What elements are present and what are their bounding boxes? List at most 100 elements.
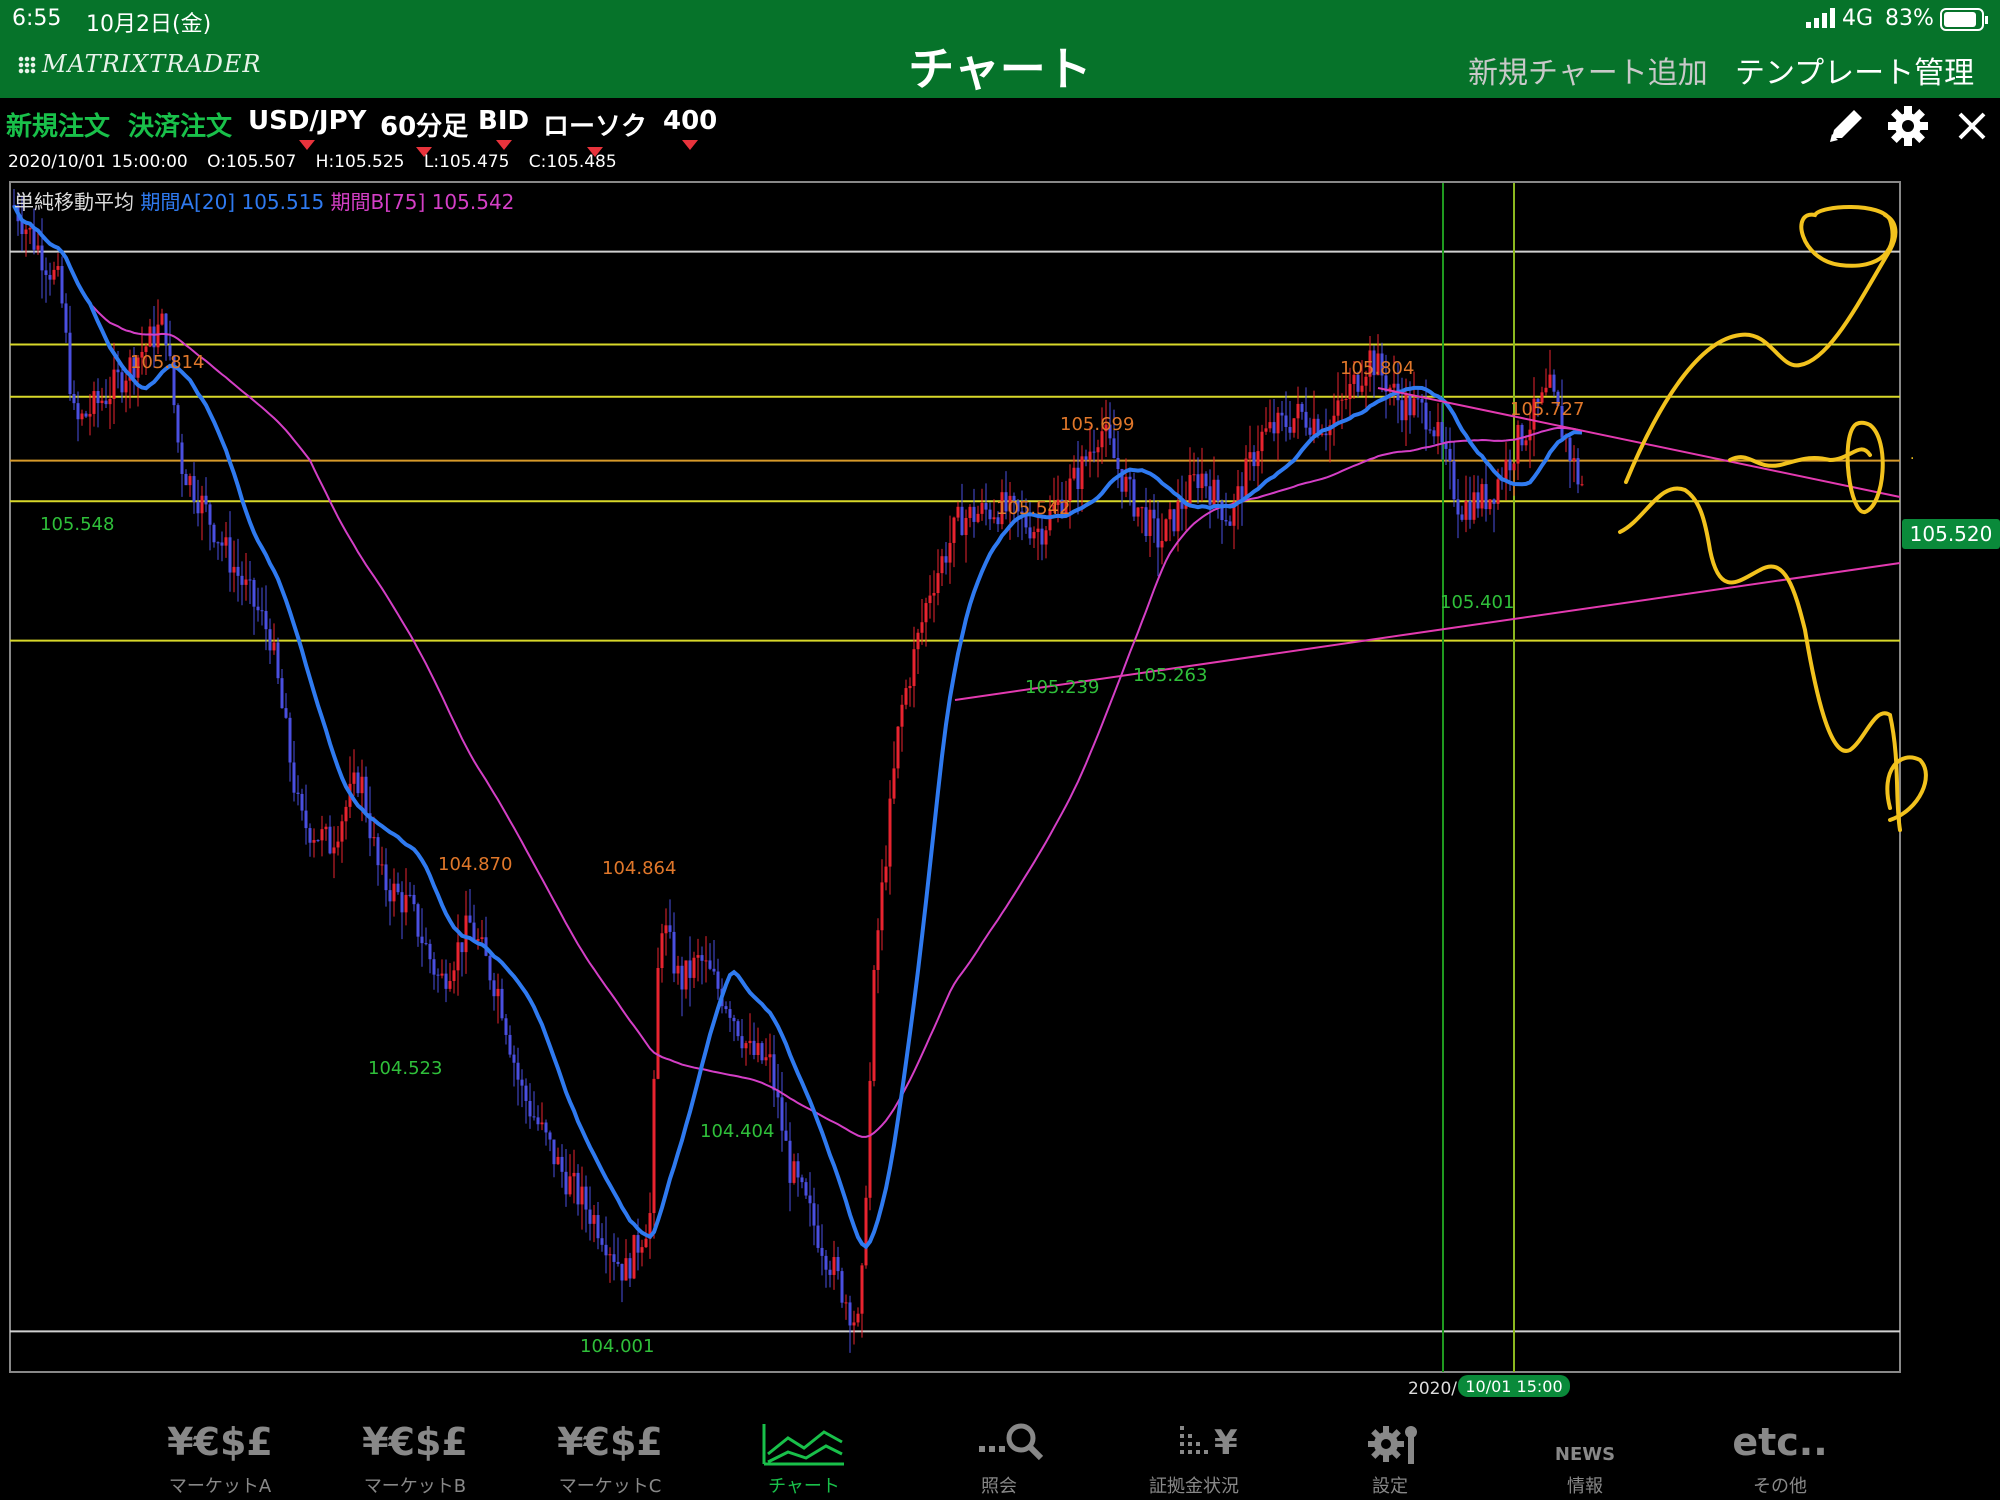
candle-body [1144, 507, 1148, 537]
candle-body [240, 575, 244, 585]
candle-body [548, 1132, 552, 1140]
candle-body [608, 1254, 612, 1256]
candle-body [700, 955, 704, 961]
current-price-value: 105.520 [1910, 522, 1993, 546]
candle-body [84, 413, 88, 417]
candle-body [64, 303, 68, 333]
candle-body [424, 943, 428, 945]
candle-body [380, 864, 384, 866]
candle-body [252, 579, 256, 607]
candle-body [1264, 428, 1268, 432]
candle-body [568, 1176, 572, 1195]
close-order-button[interactable]: 決済注文 [128, 106, 232, 143]
candle-body [612, 1254, 616, 1262]
tab-inquiry[interactable]: 照会 [919, 1408, 1079, 1500]
candle-body [756, 1043, 760, 1056]
add-chart-button[interactable]: 新規チャート追加 [1468, 48, 1708, 92]
price-type-select[interactable]: BID [478, 106, 529, 150]
candle-body [752, 1040, 756, 1056]
bar-count-select[interactable]: 400 [663, 106, 717, 150]
candle-body [1448, 448, 1452, 462]
candle-body [384, 864, 388, 891]
candle-body [160, 313, 164, 325]
candle-body [344, 806, 348, 822]
close-icon[interactable] [1950, 104, 1994, 148]
candle-body [804, 1182, 808, 1196]
candle-body [1404, 394, 1408, 421]
tab-settings[interactable]: 設定 [1310, 1408, 1470, 1500]
candle-body [332, 847, 336, 854]
candle-body [688, 960, 692, 978]
candle-body [532, 1116, 536, 1118]
candle-body [248, 579, 252, 581]
candle-body [976, 513, 980, 522]
candle-body [900, 704, 904, 727]
candle-body [1220, 501, 1224, 521]
new-order-button[interactable]: 新規注文 [6, 106, 110, 143]
candle-body [268, 629, 272, 651]
candle-body [284, 708, 288, 718]
candle-body [1544, 387, 1548, 393]
tab-market-c[interactable]: ¥€$£ マーケットC [530, 1408, 690, 1500]
candle-body [392, 883, 396, 902]
candle-body [644, 1238, 648, 1248]
candle-body [1196, 474, 1200, 489]
candle-body [1148, 509, 1152, 537]
candle-body [828, 1269, 832, 1275]
candle-body [184, 473, 188, 486]
candle-body [1156, 518, 1160, 548]
nav-bar: MATRIXTRADER チャート 新規チャート追加 テンプレート管理 [0, 40, 2000, 98]
candle-body [708, 960, 712, 969]
etc-icon: etc.. [1732, 1420, 1828, 1464]
candle-body [1244, 458, 1248, 500]
template-manage-button[interactable]: テンプレート管理 [1735, 48, 1974, 92]
tab-margin-status[interactable]: ¥ 証拠金状況 [1114, 1408, 1274, 1500]
candle-body [628, 1258, 632, 1279]
signal-icon [1806, 8, 1836, 34]
candle-body [376, 837, 380, 866]
candle-body [712, 968, 716, 972]
gear-icon[interactable] [1886, 104, 1930, 148]
candle-body [220, 542, 224, 546]
currency-icon: ¥€$£ [167, 1420, 273, 1464]
candle-body [32, 228, 36, 250]
candle-body [300, 793, 304, 811]
tab-news[interactable]: NEWS 情報 [1505, 1408, 1665, 1500]
candle-body [1044, 530, 1048, 545]
candle-body [1516, 424, 1520, 464]
ohlc-open: O:105.507 [207, 152, 297, 172]
candle-body [104, 400, 108, 405]
cursor-date-label: 10/01 15:00 [1465, 1377, 1562, 1396]
currency-pair-select[interactable]: USD/JPY [248, 106, 366, 150]
tab-market-a[interactable]: ¥€$£ マーケットA [140, 1408, 300, 1500]
timeframe-select[interactable]: 60分足 [380, 106, 468, 157]
candle-body [200, 495, 204, 514]
candle-body [224, 537, 228, 546]
tab-other[interactable]: etc.. その他 [1700, 1408, 1860, 1500]
candle-body [356, 772, 360, 794]
candle-body [1488, 499, 1492, 510]
candle-body [876, 930, 880, 970]
chart-type-select[interactable]: ローソク [543, 106, 647, 157]
candle-body [860, 1265, 864, 1314]
tab-chart[interactable]: チャート [724, 1408, 884, 1500]
candle-body [1224, 520, 1228, 522]
candle-body [1576, 458, 1580, 485]
candle-body [292, 762, 296, 793]
candle-body [1304, 411, 1308, 428]
candle-body [124, 380, 128, 393]
candle-body [540, 1122, 544, 1125]
candle-body [1312, 418, 1316, 435]
candle-body [636, 1235, 640, 1253]
candle-body [204, 495, 208, 505]
candle-body [640, 1247, 644, 1253]
status-time: 6:55 [12, 6, 62, 31]
candle-body [412, 894, 416, 905]
candle-body [1580, 484, 1584, 486]
pencil-icon[interactable] [1824, 104, 1868, 148]
candle-body [236, 566, 240, 576]
price-chart[interactable]: 105.814 104.870 104.864 105.542 105.699 105.8… [0, 178, 2000, 1410]
candle-body [28, 228, 32, 230]
tab-market-b[interactable]: ¥€$£ マーケットB [335, 1408, 495, 1500]
candle-body [844, 1302, 848, 1304]
